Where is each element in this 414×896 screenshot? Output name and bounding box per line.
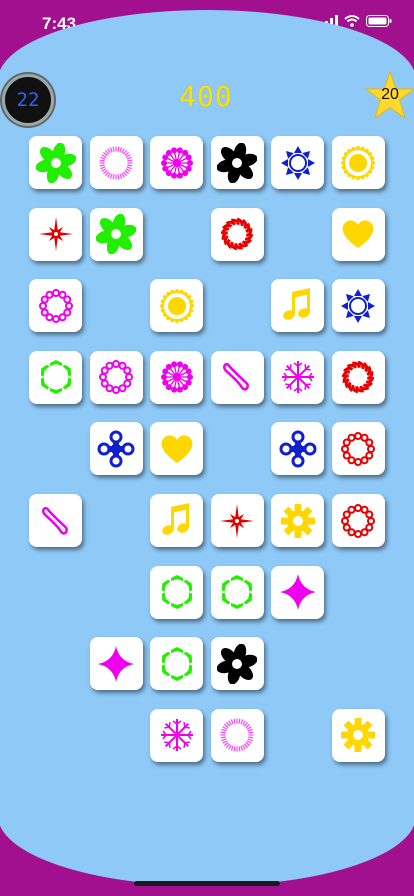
tile[interactable] — [331, 422, 385, 476]
home-indicator[interactable] — [134, 881, 280, 886]
tile[interactable] — [210, 494, 264, 547]
heart-icon — [161, 435, 192, 463]
burst-icon — [160, 361, 193, 393]
tile[interactable] — [89, 637, 143, 691]
burst-icon — [160, 146, 193, 179]
tile[interactable] — [210, 637, 264, 691]
stars-count: 20 — [381, 86, 399, 103]
tile[interactable] — [89, 136, 143, 189]
sun-icon — [341, 145, 375, 180]
tile[interactable] — [29, 136, 82, 189]
tile[interactable] — [271, 350, 324, 404]
tile[interactable] — [331, 136, 385, 189]
flower-icon — [35, 142, 76, 183]
tile[interactable] — [271, 422, 324, 476]
flower-icon — [96, 214, 136, 255]
tile[interactable] — [210, 136, 264, 189]
flower-icon — [217, 643, 257, 684]
gear-icon — [280, 503, 315, 538]
heart-icon — [342, 220, 374, 249]
tile[interactable] — [271, 279, 324, 333]
stars-badge: 20 — [364, 70, 414, 122]
tile[interactable] — [89, 350, 143, 404]
snowflake-icon — [281, 361, 314, 394]
bead-ring-icon — [38, 288, 73, 323]
tile[interactable] — [150, 637, 203, 691]
score-display: 400 — [179, 80, 233, 113]
cross-flower-icon — [279, 430, 316, 468]
hex-ring-icon — [161, 646, 192, 681]
ring-icon — [220, 718, 254, 752]
tile[interactable] — [89, 422, 143, 476]
tile[interactable] — [331, 279, 385, 333]
diamond-star-icon — [279, 574, 316, 611]
infinity-icon — [223, 363, 249, 391]
tile[interactable] — [210, 708, 264, 762]
swirl-icon — [341, 360, 375, 394]
hex-ring-icon — [161, 575, 192, 610]
timer-value: 22 — [16, 89, 40, 111]
wifi-icon — [344, 15, 360, 27]
diamond-star-icon — [98, 645, 134, 682]
tile[interactable] — [210, 207, 264, 261]
hex-ring-icon — [221, 575, 253, 610]
tile[interactable] — [210, 565, 264, 619]
tile[interactable] — [331, 207, 385, 261]
tile[interactable] — [150, 494, 203, 547]
ring-icon — [99, 146, 133, 179]
tile[interactable] — [331, 494, 385, 547]
tile[interactable] — [210, 350, 264, 404]
tile[interactable] — [331, 708, 385, 762]
tile[interactable] — [89, 207, 143, 261]
music-note-icon — [282, 287, 310, 320]
cross-flower-icon — [97, 430, 135, 468]
star-ring-icon — [280, 145, 315, 180]
tile[interactable] — [29, 494, 82, 547]
tile[interactable] — [331, 350, 385, 404]
snowflake-icon — [160, 719, 193, 752]
tile[interactable] — [29, 350, 82, 404]
music-note-icon — [161, 502, 189, 535]
infinity-icon — [41, 506, 68, 535]
battery-icon — [366, 15, 392, 27]
tile[interactable] — [150, 350, 203, 404]
sun-icon — [159, 288, 194, 323]
tile[interactable] — [29, 207, 82, 261]
tile[interactable] — [271, 136, 324, 189]
bead-ring-icon — [341, 503, 375, 538]
bead-ring-icon — [99, 360, 133, 395]
tile[interactable] — [150, 422, 203, 476]
hex-ring-icon — [40, 360, 71, 395]
bead-ring-icon — [341, 431, 375, 466]
star-ring-icon — [341, 288, 375, 323]
tile[interactable] — [29, 279, 82, 333]
gear-icon — [341, 718, 375, 753]
tile[interactable] — [271, 494, 324, 547]
compass-star-icon — [38, 217, 73, 252]
tile[interactable] — [271, 565, 324, 619]
compass-star-icon — [220, 503, 254, 538]
swirl-icon — [220, 217, 254, 251]
tile[interactable] — [150, 136, 203, 189]
tile[interactable] — [150, 708, 203, 762]
timer-display: 22 — [2, 74, 54, 126]
tile[interactable] — [150, 279, 203, 333]
flower-icon — [217, 142, 257, 183]
tile[interactable] — [150, 565, 203, 619]
